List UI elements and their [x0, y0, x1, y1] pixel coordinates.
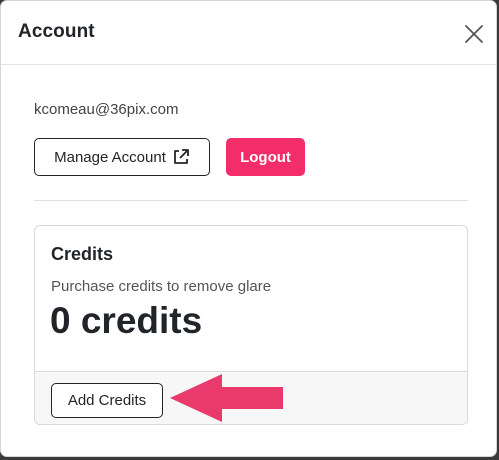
close-button[interactable] [463, 23, 485, 45]
annotation-arrow [170, 372, 285, 424]
credits-description: Purchase credits to remove glare [51, 278, 272, 295]
external-link-icon [173, 149, 189, 164]
logout-button[interactable]: Logout [226, 138, 305, 176]
manage-account-button[interactable]: Manage Account [34, 138, 210, 176]
manage-account-label: Manage Account [54, 148, 166, 166]
credits-balance: 0 credits [50, 300, 203, 341]
modal-header: Account [1, 1, 496, 65]
credits-title: Credits [51, 244, 114, 264]
arrow-left-icon [170, 374, 283, 422]
close-icon [465, 25, 483, 43]
account-email: kcomeau@36pix.com [34, 101, 179, 118]
modal-title: Account [18, 21, 95, 42]
section-divider [34, 200, 468, 201]
add-credits-button[interactable]: Add Credits [51, 383, 163, 418]
